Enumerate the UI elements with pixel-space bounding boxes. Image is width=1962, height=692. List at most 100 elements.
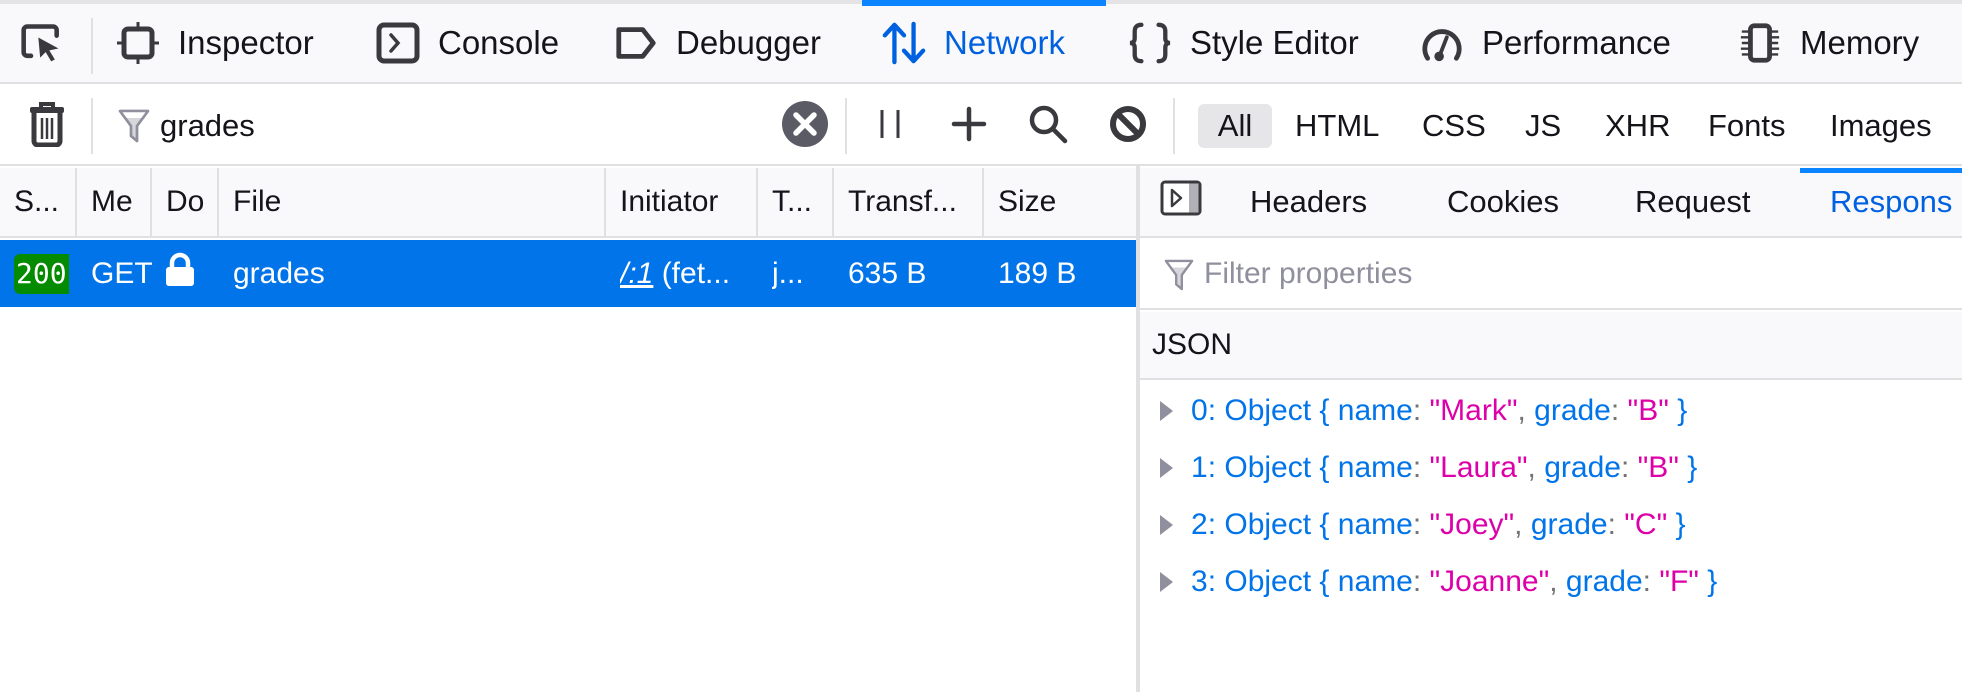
lock-icon xyxy=(164,252,196,296)
pause-icon xyxy=(875,107,905,146)
clear-filter-button[interactable] xyxy=(780,86,830,166)
element-picker-icon xyxy=(20,21,64,65)
type-filter-css[interactable]: CSS xyxy=(1410,104,1498,148)
type-filter-html[interactable]: HTML xyxy=(1283,104,1391,148)
type-filter-xhr[interactable]: XHR xyxy=(1593,104,1682,148)
column-header-initiator[interactable]: Initiator xyxy=(606,168,758,236)
expand-twisty-icon[interactable] xyxy=(1160,458,1173,478)
json-punct: : xyxy=(1607,508,1625,541)
column-header-transferred[interactable]: Transf... xyxy=(834,168,984,236)
tab-performance[interactable]: Performance xyxy=(1420,4,1671,82)
type-filter-images[interactable]: Images xyxy=(1818,104,1944,148)
debugger-icon xyxy=(614,21,658,65)
expand-twisty-icon[interactable] xyxy=(1160,515,1173,535)
sidebar-toggle-icon xyxy=(1160,180,1202,224)
type-filter-all[interactable]: All xyxy=(1198,104,1272,148)
json-punct: } xyxy=(1678,451,1698,484)
type-filter-js[interactable]: JS xyxy=(1513,104,1573,148)
json-punct: : xyxy=(1207,508,1225,541)
details-tabs-bar: Headers Cookies Request Respons xyxy=(1140,168,1962,238)
active-tab-indicator xyxy=(1800,168,1962,173)
clear-x-icon xyxy=(781,100,829,153)
json-string-value: "Joey" xyxy=(1429,508,1515,541)
json-punct: , xyxy=(1517,394,1535,427)
json-index: 2 xyxy=(1191,508,1208,541)
json-tree-row[interactable]: 0: Object { name: "Mark", grade: "B" } xyxy=(1160,386,1687,436)
json-punct: : xyxy=(1412,565,1430,598)
json-punct: } xyxy=(1667,508,1686,541)
column-header-file[interactable]: File xyxy=(219,168,606,236)
json-punct: : xyxy=(1610,394,1628,427)
json-tree-row[interactable]: 1: Object { name: "Laura", grade: "B" } xyxy=(1160,443,1697,493)
column-header-status[interactable]: S... xyxy=(0,168,77,236)
chip-icon xyxy=(1738,21,1782,65)
json-key: grade xyxy=(1534,394,1611,427)
search-icon xyxy=(1028,104,1068,149)
json-tree-row[interactable]: 2: Object { name: "Joey", grade: "C" } xyxy=(1160,500,1686,550)
json-punct: , xyxy=(1514,508,1531,541)
tab-response[interactable]: Respons xyxy=(1830,168,1952,236)
requests-table-header: S... Me Do File Initiator T... Transf...… xyxy=(0,168,1136,238)
tab-memory[interactable]: Memory xyxy=(1738,4,1919,82)
tab-request[interactable]: Request xyxy=(1635,168,1750,236)
json-string-value: "Joanne" xyxy=(1429,565,1550,598)
json-tree-row[interactable]: 3: Object { name: "Joanne", grade: "F" } xyxy=(1160,557,1717,607)
tab-debugger[interactable]: Debugger xyxy=(614,4,821,82)
tab-label: Console xyxy=(438,24,560,61)
json-string-value: "Laura" xyxy=(1429,451,1528,484)
json-punct: { xyxy=(1311,394,1338,427)
filterbar-separator xyxy=(845,98,847,154)
inspector-icon xyxy=(116,21,160,65)
json-string-value: "C" xyxy=(1624,508,1668,541)
url-filter-input[interactable] xyxy=(160,86,760,166)
request-blocking-button[interactable] xyxy=(948,86,990,166)
json-punct: { xyxy=(1311,451,1338,484)
filterbar-separator xyxy=(1173,98,1175,154)
json-index: 3 xyxy=(1191,565,1208,598)
json-punct: : xyxy=(1642,565,1660,598)
console-icon xyxy=(376,21,420,65)
toggle-sidebar-button[interactable] xyxy=(1160,168,1202,236)
filterbar-separator xyxy=(91,98,93,154)
filter-funnel-icon xyxy=(116,86,152,166)
tab-style-editor[interactable]: Style Editor xyxy=(1128,4,1359,82)
json-string-value: "Mark" xyxy=(1429,394,1518,427)
tab-inspector[interactable]: Inspector xyxy=(116,4,314,82)
json-type: Object xyxy=(1224,508,1312,541)
json-punct: : xyxy=(1412,451,1430,484)
filter-properties-input[interactable] xyxy=(1204,240,1904,308)
tab-headers[interactable]: Headers xyxy=(1250,168,1367,236)
tab-cookies[interactable]: Cookies xyxy=(1447,168,1559,236)
initiator-link[interactable]: /:1 xyxy=(620,257,653,291)
active-tab-indicator xyxy=(862,0,1106,6)
search-button[interactable] xyxy=(1026,86,1070,166)
column-header-domain[interactable]: Do xyxy=(152,168,219,236)
method-cell: GET xyxy=(91,256,153,290)
domain-cell xyxy=(164,240,196,307)
json-punct: { xyxy=(1311,565,1338,598)
json-punct: , xyxy=(1549,565,1566,598)
tab-network[interactable]: Network xyxy=(882,4,1065,82)
tab-console[interactable]: Console xyxy=(376,4,559,82)
type-filter-fonts[interactable]: Fonts xyxy=(1696,104,1798,148)
json-punct: , xyxy=(1527,451,1545,484)
json-punct: : xyxy=(1207,451,1225,484)
network-arrows-icon xyxy=(882,21,926,65)
element-picker-button[interactable] xyxy=(20,4,64,82)
column-header-size[interactable]: Size xyxy=(984,168,1136,236)
json-type: Object xyxy=(1224,394,1312,427)
json-section-header[interactable]: JSON xyxy=(1140,312,1962,380)
column-header-method[interactable]: Me xyxy=(77,168,152,236)
expand-twisty-icon[interactable] xyxy=(1160,572,1173,592)
block-button[interactable] xyxy=(1106,86,1150,166)
json-punct: : xyxy=(1412,508,1430,541)
pause-button[interactable] xyxy=(870,86,910,166)
expand-twisty-icon[interactable] xyxy=(1160,401,1173,421)
json-punct: : xyxy=(1207,565,1225,598)
request-row[interactable]: 200 GET grades /:1 (fet... j... 635 B 18… xyxy=(0,240,1136,307)
properties-filter-bar xyxy=(1140,240,1962,310)
clear-requests-button[interactable] xyxy=(24,86,70,166)
column-header-type[interactable]: T... xyxy=(758,168,834,236)
gauge-icon xyxy=(1420,21,1464,65)
json-string-value: "B" xyxy=(1627,394,1669,427)
